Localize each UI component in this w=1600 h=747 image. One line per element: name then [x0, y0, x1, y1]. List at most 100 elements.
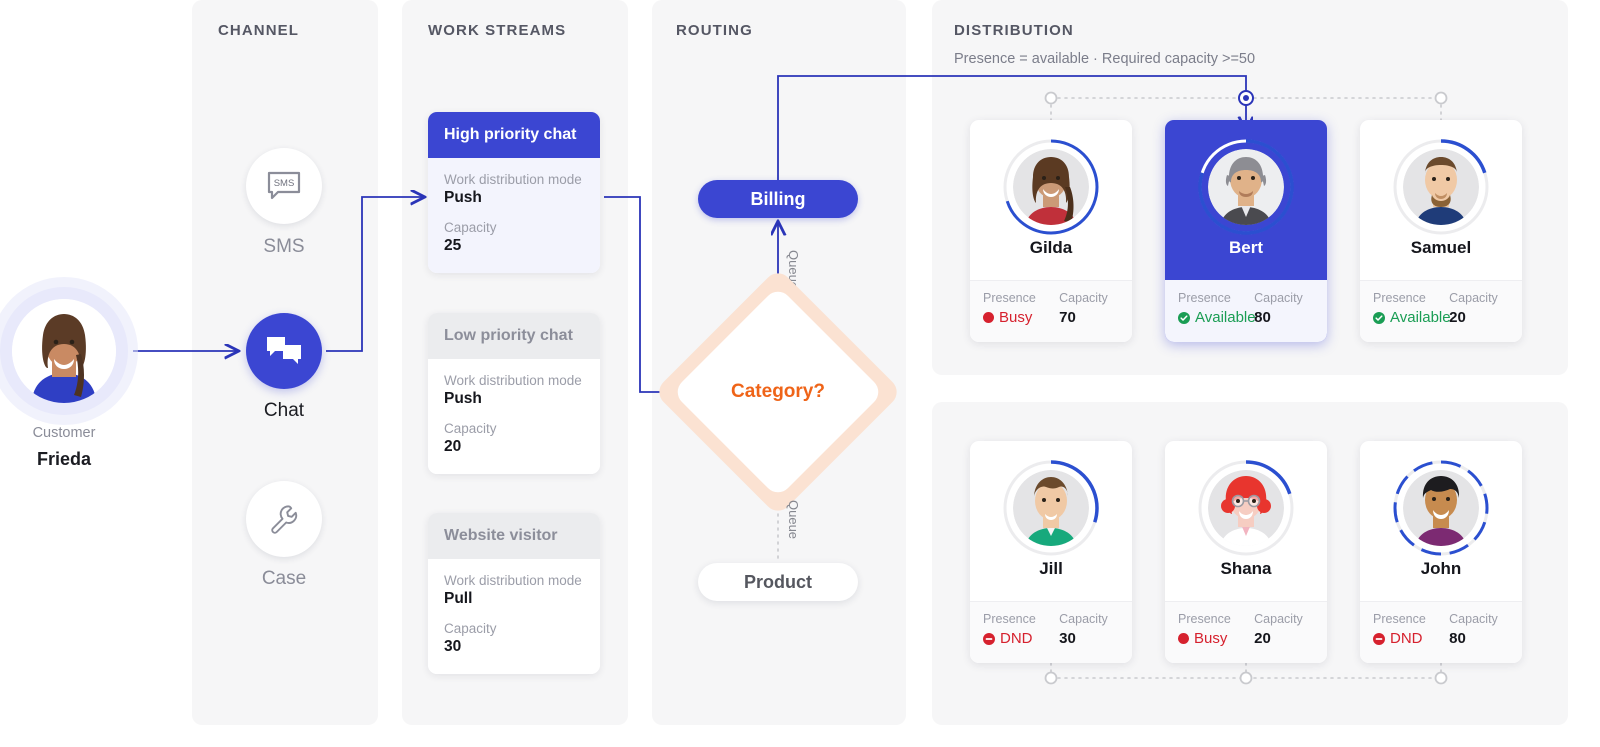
presence-label: Presence: [1178, 291, 1231, 305]
avatar-shana-icon: [1198, 460, 1294, 556]
agent-name: John: [1420, 559, 1462, 578]
avatar-jill-icon: [1003, 460, 1099, 556]
avatar: [1391, 137, 1491, 237]
capacity-value: 70: [1059, 309, 1076, 326]
workstream-card-website-visitor[interactable]: Website visitor Work distribution mode P…: [428, 513, 600, 674]
presence-label: Presence: [983, 291, 1036, 305]
check-circle-icon: [1373, 311, 1385, 324]
channel-sms[interactable]: SMS: [246, 148, 322, 224]
check-circle-icon: [1178, 311, 1190, 324]
wrench-icon: [271, 505, 298, 534]
workstream-capacity-value: 20: [444, 438, 462, 455]
distribution-title: DISTRIBUTION: [954, 22, 1074, 39]
agent-card-shana[interactable]: Shana Presence Busy Capacity 20: [1165, 441, 1327, 663]
queue-billing-label: Billing: [750, 188, 806, 209]
presence-value: DND: [1000, 630, 1033, 647]
queue-product-label: Product: [743, 571, 812, 592]
channel-title: CHANNEL: [218, 22, 300, 39]
avatar-samuel-icon: [1393, 139, 1489, 235]
status-badge: Busy: [983, 309, 1059, 326]
status-badge: DND: [983, 630, 1059, 647]
avatar: [1391, 458, 1491, 558]
distribution-subtitle: Presence = available · Required capacity…: [954, 51, 1256, 67]
workstream-name: High priority chat: [428, 112, 600, 158]
chat-icon: [267, 337, 301, 364]
agent-card-jill[interactable]: Jill Presence DND Capacity 30: [970, 441, 1132, 663]
status-badge: Available: [1178, 309, 1256, 326]
agent-card-john[interactable]: John Presence DND Capacity 80: [1360, 441, 1522, 663]
decision-category[interactable]: Category?: [653, 267, 903, 517]
presence-label: Presence: [1373, 612, 1426, 626]
capacity-value: 20: [1254, 630, 1271, 647]
avatar: [1196, 458, 1296, 558]
channel-sms-label: SMS: [263, 236, 305, 257]
agent-name: Jill: [1039, 559, 1063, 578]
workstream-name: Low priority chat: [428, 313, 600, 359]
presence-label: Presence: [983, 612, 1036, 626]
dnd-icon: [1373, 632, 1385, 645]
workstream-capacity-value: 30: [444, 638, 462, 655]
workstream-capacity-label: Capacity: [444, 421, 497, 436]
svg-text:SMS: SMS: [274, 178, 295, 189]
capacity-value: 80: [1254, 309, 1271, 326]
channel-case[interactable]: [246, 481, 322, 557]
workstream-routing-diagram: CHANNEL WORK STREAMS ROUTING DISTRIBUTIO…: [0, 0, 1600, 747]
presence-value: Available: [1195, 309, 1256, 326]
channel-chat[interactable]: [246, 313, 322, 389]
avatar: [1001, 458, 1101, 558]
agent-card-bert[interactable]: Bert Presence Available Capacity 80: [1165, 120, 1327, 342]
queue-product[interactable]: Product: [698, 563, 858, 601]
avatar: [1196, 137, 1296, 237]
workstream-card-high-priority-chat[interactable]: High priority chat Work distribution mod…: [428, 112, 600, 273]
busy-icon: [1178, 633, 1189, 644]
avatar-gilda-icon: [1003, 139, 1099, 235]
agent-name: Shana: [1220, 559, 1272, 578]
avatar[interactable]: [12, 299, 116, 403]
edge-label-queue-bottom: Queue: [786, 500, 801, 540]
customer-name: Frieda: [36, 449, 92, 469]
queue-billing[interactable]: Billing: [698, 180, 858, 218]
capacity-label: Capacity: [1254, 612, 1303, 626]
presence-value: DND: [1390, 630, 1423, 647]
presence-value: Available: [1390, 309, 1451, 326]
capacity-label: Capacity: [1449, 291, 1498, 305]
decision-label: Category?: [731, 381, 825, 402]
avatar-john-icon: [1393, 460, 1489, 556]
workstream-mode-value: Push: [444, 189, 482, 206]
workstream-name: Website visitor: [428, 513, 600, 559]
agent-name: Gilda: [1029, 238, 1073, 257]
presence-value: Busy: [999, 309, 1033, 326]
workstream-mode-label: Work distribution mode: [444, 373, 582, 388]
workstream-mode-value: Push: [444, 390, 482, 407]
avatar-bert-icon: [1198, 139, 1294, 235]
status-badge: Available: [1373, 309, 1451, 326]
customer-role-label: Customer: [32, 425, 96, 441]
capacity-label: Capacity: [1059, 291, 1108, 305]
agent-name: Bert: [1228, 238, 1263, 257]
capacity-value: 80: [1449, 630, 1466, 647]
routing-title: ROUTING: [676, 22, 753, 39]
capacity-label: Capacity: [1254, 291, 1303, 305]
workstream-mode-label: Work distribution mode: [444, 172, 582, 187]
capacity-value: 20: [1449, 309, 1466, 326]
workstream-card-low-priority-chat[interactable]: Low priority chat Work distribution mode…: [428, 313, 600, 474]
capacity-value: 30: [1059, 630, 1076, 647]
channel-case-label: Case: [261, 568, 307, 589]
avatar: [1001, 137, 1101, 237]
customer-avatar-icon: [12, 299, 116, 403]
workstream-mode-value: Pull: [444, 590, 473, 607]
workstream-capacity-value: 25: [444, 237, 462, 254]
capacity-label: Capacity: [1449, 612, 1498, 626]
sms-icon: SMS: [267, 171, 301, 200]
agent-name: Samuel: [1410, 238, 1472, 257]
status-badge: Busy: [1178, 630, 1254, 647]
agent-card-gilda[interactable]: Gilda Presence Busy Capacity 70: [970, 120, 1132, 342]
status-badge: DND: [1373, 630, 1449, 647]
workstreams-title: WORK STREAMS: [428, 22, 567, 39]
workstream-capacity-label: Capacity: [444, 621, 497, 636]
workstream-capacity-label: Capacity: [444, 220, 497, 235]
workstream-mode-label: Work distribution mode: [444, 573, 582, 588]
presence-label: Presence: [1178, 612, 1231, 626]
channel-chat-label: Chat: [263, 400, 305, 421]
agent-card-samuel[interactable]: Samuel Presence Available Capacity 20: [1360, 120, 1522, 342]
